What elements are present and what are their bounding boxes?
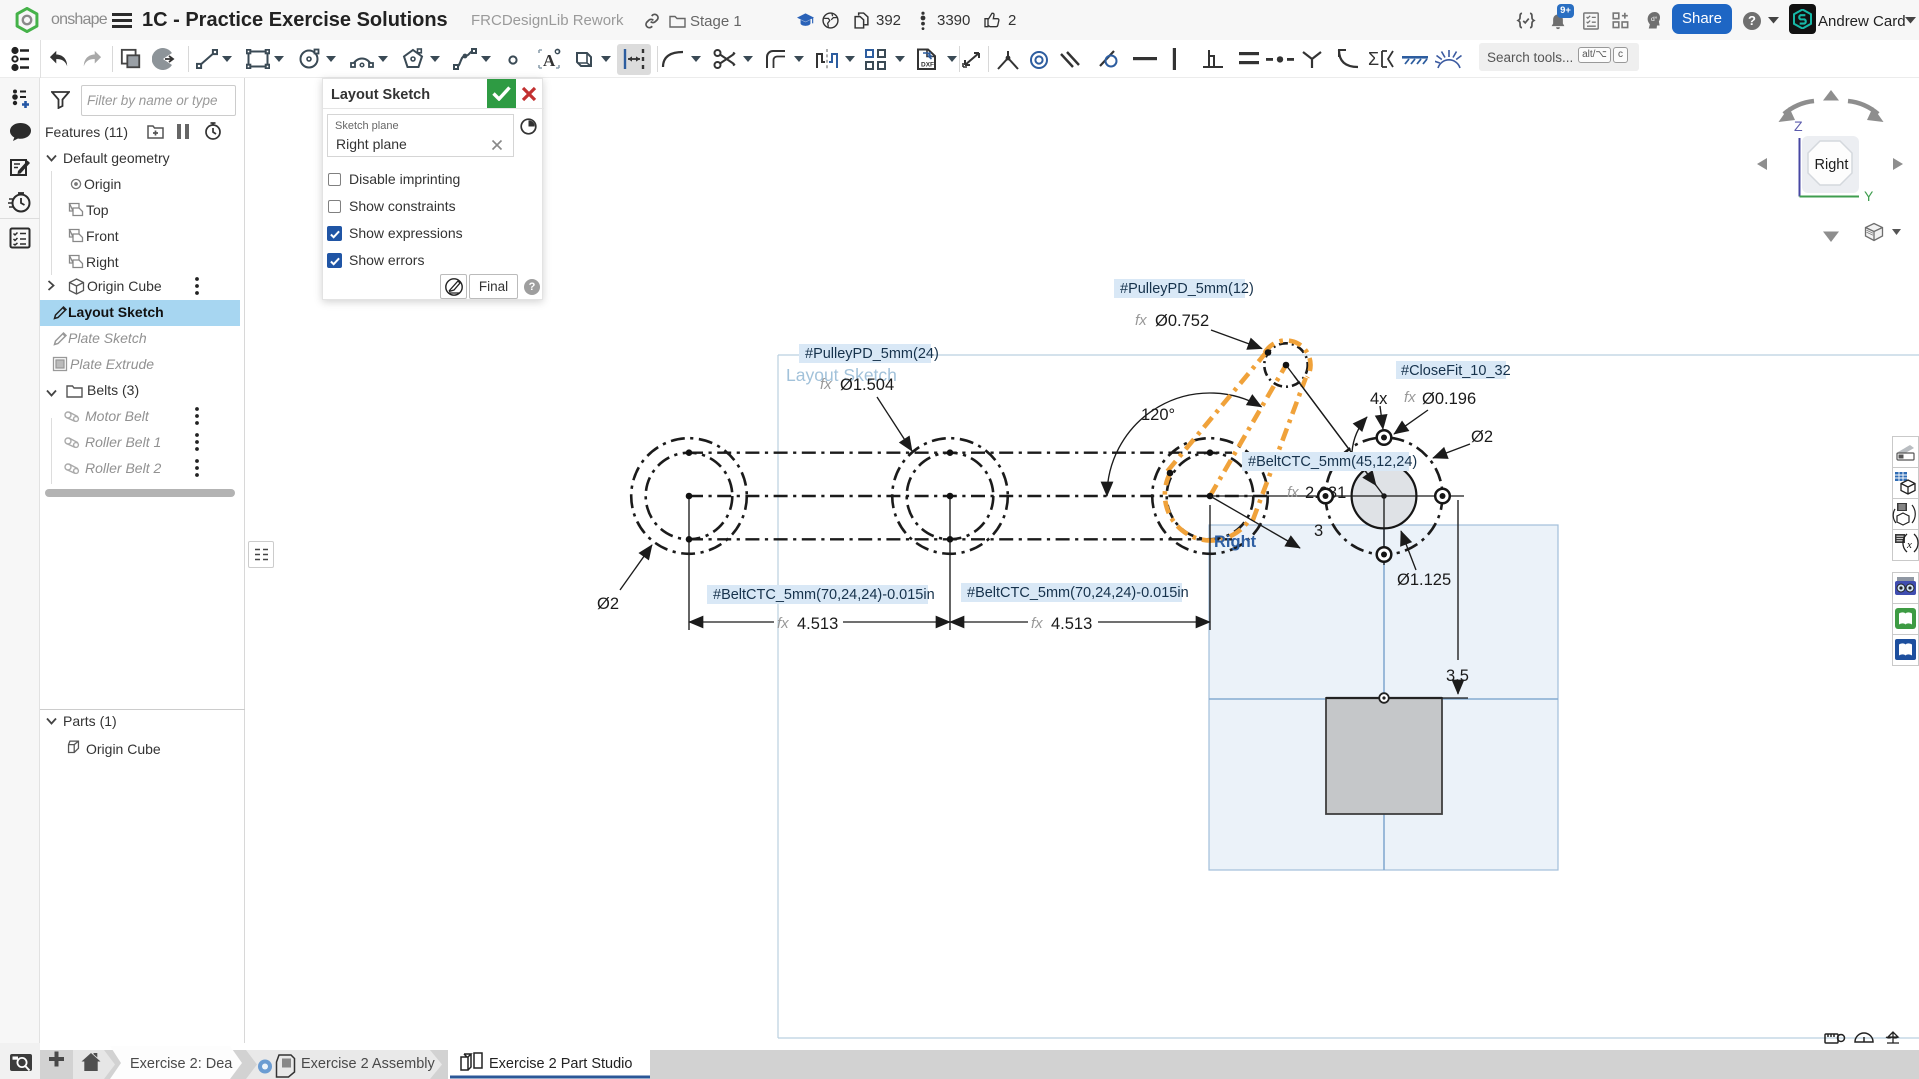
svg-text:Ø0.752: Ø0.752 bbox=[1155, 312, 1209, 330]
svg-text:4x: 4x bbox=[1370, 390, 1388, 408]
svg-text:fx: fx bbox=[1135, 312, 1147, 329]
svg-text:fx: fx bbox=[777, 615, 789, 632]
svg-text:x: x bbox=[1906, 539, 1912, 551]
svg-text:3: 3 bbox=[1314, 522, 1323, 540]
svg-text:fx: fx bbox=[1031, 615, 1043, 632]
svg-text:4.513: 4.513 bbox=[797, 615, 838, 633]
svg-text:4.513: 4.513 bbox=[1051, 615, 1092, 633]
svg-text:fx: fx bbox=[1287, 484, 1299, 501]
svg-text:Exercise 2: Dea: Exercise 2: Dea bbox=[130, 1056, 233, 1072]
svg-text:#BeltCTC_5mm(70,24,24)-0.015in: #BeltCTC_5mm(70,24,24)-0.015in bbox=[967, 585, 1189, 601]
svg-text:fx: fx bbox=[820, 376, 832, 393]
svg-text:Right: Right bbox=[1214, 533, 1257, 551]
svg-text:#BeltCTC_5mm(45,12,24): #BeltCTC_5mm(45,12,24) bbox=[1248, 454, 1417, 470]
svg-text:Ø1.504: Ø1.504 bbox=[840, 376, 894, 394]
svg-text:3.5: 3.5 bbox=[1446, 667, 1469, 685]
svg-text:Exercise 2 Part Studio: Exercise 2 Part Studio bbox=[489, 1056, 632, 1072]
svg-text:fx: fx bbox=[1404, 389, 1416, 406]
svg-text:Ø2: Ø2 bbox=[597, 595, 619, 613]
svg-text:120°: 120° bbox=[1141, 406, 1175, 424]
svg-text:Ø2: Ø2 bbox=[1471, 428, 1493, 446]
svg-text:Y: Y bbox=[1864, 188, 1874, 204]
svg-text:Exercise 2 Assembly: Exercise 2 Assembly bbox=[301, 1056, 436, 1072]
svg-text:#PulleyPD_5mm(12): #PulleyPD_5mm(12) bbox=[1120, 281, 1254, 297]
svg-text:Z: Z bbox=[1794, 118, 1803, 134]
svg-text:Σ: Σ bbox=[1368, 49, 1379, 69]
svg-text:Ø0.196: Ø0.196 bbox=[1422, 390, 1476, 408]
svg-text:#CloseFit_10_32: #CloseFit_10_32 bbox=[1401, 363, 1511, 379]
svg-text:d°: d° bbox=[1651, 15, 1658, 23]
svg-text:Ø1.125: Ø1.125 bbox=[1397, 571, 1451, 589]
svg-text:DXF: DXF bbox=[921, 62, 934, 69]
svg-text:Right: Right bbox=[1815, 157, 1849, 173]
svg-text:A: A bbox=[543, 51, 556, 70]
svg-text:#BeltCTC_5mm(70,24,24)-0.015in: #BeltCTC_5mm(70,24,24)-0.015in bbox=[713, 587, 935, 603]
svg-text:#PulleyPD_5mm(24): #PulleyPD_5mm(24) bbox=[805, 346, 939, 362]
